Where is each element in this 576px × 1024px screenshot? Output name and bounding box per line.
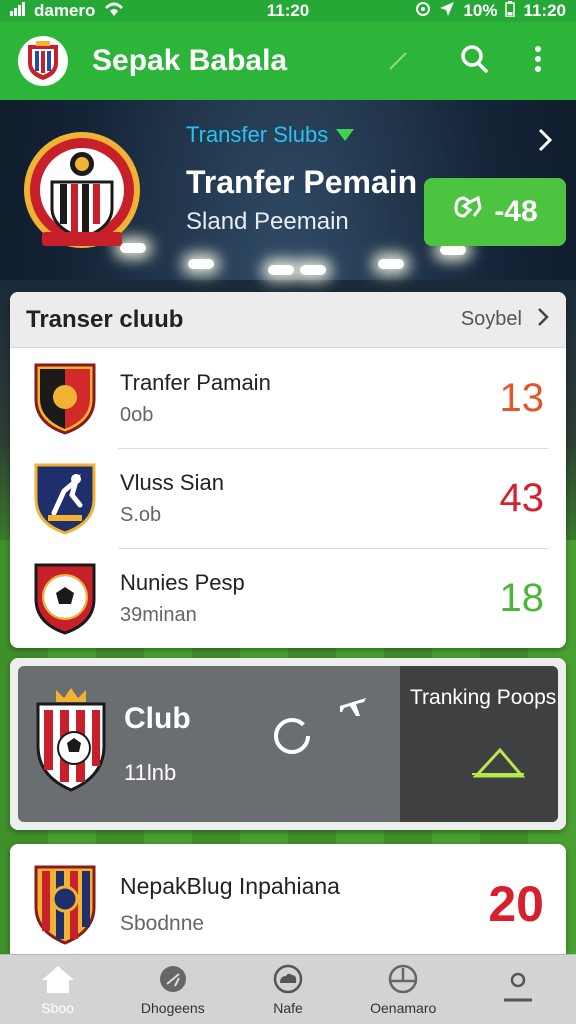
list-item-value: 43: [499, 475, 545, 520]
signal-icon: [10, 1, 26, 21]
list-item-subtitle: 39minan: [120, 603, 197, 626]
list-item[interactable]: Nunies Pesp 39minan 18: [10, 548, 566, 648]
loading-spinner-icon: [272, 716, 312, 756]
nav-item-label: Nafe: [273, 999, 303, 1016]
search-icon: [458, 43, 490, 80]
battery-level: 10%: [463, 1, 498, 20]
list-item-title: Tranfer Pamain: [120, 369, 271, 395]
hero-subtitle: Transfer Slubs: [186, 122, 329, 147]
nav-item-oenamaro[interactable]: Oenamaro: [346, 955, 461, 1024]
featured-club-title: NepakBlug Inpahiana: [120, 872, 340, 899]
carrier-name: damero: [34, 1, 96, 20]
status-time-right: 11:20: [523, 1, 566, 20]
list-item[interactable]: Tranfer Pamain 0ob 13: [10, 348, 566, 448]
nav-item-label: Dhogeens: [140, 999, 205, 1016]
location-icon: [439, 1, 455, 22]
nav-item-dhogeens[interactable]: Dhogeens: [115, 955, 230, 1024]
club-name: Club: [124, 702, 191, 735]
list-item-title: Vluss Sian: [120, 469, 224, 495]
profile-icon: [500, 972, 536, 1002]
cloud-icon: [270, 964, 306, 994]
nav-item-profile[interactable]: [461, 955, 576, 1024]
sync-icon: [415, 1, 431, 22]
club-crest-icon: [20, 126, 144, 254]
home-icon: [40, 964, 76, 994]
chevron-right-icon[interactable]: [532, 126, 556, 154]
card-header-link-label: Soybel: [460, 308, 522, 330]
hero-banner: Transfer Slubs Tranfer Pemain Sland Peem…: [0, 100, 576, 290]
nav-item-label: Oenamaro: [370, 999, 437, 1016]
tracking-panel[interactable]: Tranking Poops: [400, 666, 558, 822]
bottom-navigation: Sboo Dhogeens Nafe Oenamaro: [0, 954, 576, 1024]
search-button[interactable]: [454, 41, 494, 81]
slash-icon: [386, 49, 410, 73]
card-title: Transer cluub: [26, 305, 184, 333]
club-crest-icon: [34, 684, 108, 794]
card-header-link[interactable]: Soybel: [461, 306, 550, 334]
club-crest-icon: [32, 461, 98, 535]
handshake-icon: [452, 194, 484, 230]
chart-triangle-icon: [468, 740, 528, 786]
club-card[interactable]: Club 11lnb Tranking Poops: [10, 658, 566, 830]
app-bar: Sepak Babala: [0, 22, 576, 100]
status-bar: damero 11:20 10% 11:20: [0, 0, 576, 22]
nav-item-label: Sboo: [41, 999, 74, 1016]
list-item-value: 18: [499, 575, 545, 620]
club-subtitle: 11lnb: [124, 760, 177, 785]
hero-score-button[interactable]: -48: [424, 178, 566, 246]
app-logo-icon[interactable]: [18, 36, 68, 86]
compass-icon: [385, 964, 421, 994]
transfer-club-card: Transer cluub Soybel Tranfer Pamain 0ob …: [10, 292, 566, 648]
wifi-icon: [103, 1, 125, 22]
status-time-center: 11:20: [266, 1, 310, 20]
list-item-subtitle: S.ob: [120, 503, 162, 526]
card-header: Transer cluub Soybel: [10, 292, 566, 348]
hero-subtitle-link[interactable]: Transfer Slubs: [186, 122, 355, 148]
club-crest-icon: [32, 361, 98, 435]
more-menu-button[interactable]: [518, 41, 558, 81]
hero-score: -48: [494, 195, 538, 228]
app-title: Sepak Babala: [92, 44, 288, 77]
nav-item-nafe[interactable]: Nafe: [230, 955, 345, 1024]
club-crest-icon: [32, 561, 98, 635]
list-item-value: 13: [499, 375, 545, 420]
featured-club-subtitle: Sbodnne: [120, 911, 205, 935]
featured-club-value: 20: [488, 876, 544, 932]
list-item-subtitle: 0ob: [120, 403, 154, 426]
more-vertical-icon: [534, 45, 542, 77]
chevron-right-icon: [536, 306, 550, 334]
hero-title: Tranfer Pemain: [186, 164, 418, 200]
ball-icon: [155, 964, 191, 994]
dropdown-triangle-icon: [336, 129, 355, 141]
airplane-icon[interactable]: [336, 688, 370, 722]
tracking-title: Tranking Poops: [410, 686, 557, 709]
list-item-title: Nunies Pesp: [120, 569, 245, 595]
hero-caption: Sland Peemain: [186, 208, 349, 235]
featured-club-card[interactable]: NepakBlug Inpahiana Sbodnne 20: [10, 844, 566, 964]
club-crest-icon: [32, 863, 98, 945]
battery-icon: [505, 0, 516, 22]
nav-item-home[interactable]: Sboo: [0, 955, 115, 1024]
list-item[interactable]: Vluss Sian S.ob 43: [10, 448, 566, 548]
